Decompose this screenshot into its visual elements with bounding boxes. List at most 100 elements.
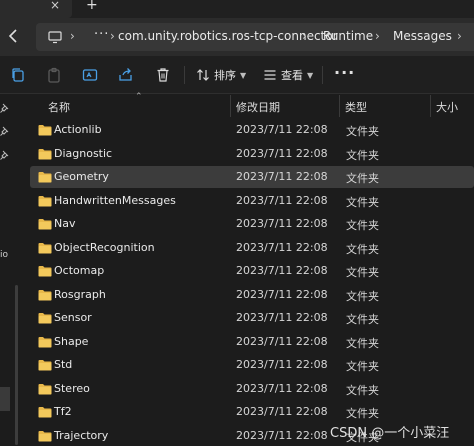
- close-icon[interactable]: ×: [50, 0, 60, 12]
- share-icon[interactable]: [117, 66, 135, 84]
- column-header-name[interactable]: 名称: [48, 99, 70, 115]
- folder-icon: [38, 430, 52, 441]
- copy-icon[interactable]: [9, 66, 27, 84]
- more-options-button[interactable]: ···: [334, 63, 355, 82]
- folder-icon: [38, 266, 52, 277]
- folder-icon: [38, 242, 52, 253]
- file-type: 文件夹: [346, 336, 379, 350]
- folder-icon: [38, 125, 52, 136]
- column-divider[interactable]: [430, 95, 431, 117]
- view-label: 查看: [281, 69, 303, 82]
- file-modified: 2023/7/11 22:08: [236, 193, 328, 207]
- nav-item-selected[interactable]: [0, 387, 10, 411]
- file-modified: 2023/7/11 22:08: [236, 287, 328, 301]
- column-divider[interactable]: [230, 95, 231, 117]
- file-type: 文件夹: [346, 172, 379, 185]
- file-type: 文件夹: [346, 219, 379, 232]
- file-type: 文件夹: [346, 313, 379, 326]
- folder-icon: [38, 383, 52, 394]
- file-name: Shape: [54, 334, 89, 348]
- nav-item-label[interactable]: io: [0, 250, 8, 260]
- folder-icon: [38, 219, 52, 230]
- add-tab-icon[interactable]: +: [86, 0, 98, 13]
- sort-label: 排序: [214, 69, 236, 82]
- file-modified: 2023/7/11 22:08: [236, 217, 328, 230]
- file-type: 文件夹: [346, 242, 379, 256]
- folder-icon: [38, 360, 52, 371]
- folder-icon: [38, 336, 52, 347]
- folder-icon: [38, 289, 52, 300]
- file-type: 文件夹: [346, 266, 379, 279]
- file-modified: 2023/7/11 22:08: [236, 428, 328, 442]
- file-name: Stereo: [54, 381, 90, 395]
- sort-icon: [197, 69, 209, 81]
- folder-icon: [38, 195, 52, 206]
- rename-icon[interactable]: [81, 66, 99, 84]
- breadcrumb-separator: ›: [70, 29, 75, 43]
- file-modified: 2023/7/11 22:08: [236, 358, 328, 371]
- chevron-down-icon: ▼: [240, 70, 247, 80]
- navigation-pane: io: [0, 95, 22, 446]
- table-row[interactable]: Rosgraph 2023/7/11 22:08 文件夹: [30, 284, 474, 306]
- folder-icon: [38, 148, 52, 159]
- file-type: 文件夹: [346, 289, 379, 303]
- table-row[interactable]: Std 2023/7/11 22:08 文件夹: [30, 354, 474, 376]
- toolbar-divider: [322, 66, 323, 84]
- breadcrumb-separator: ›: [375, 29, 380, 43]
- table-row[interactable]: Diagnostic 2023/7/11 22:08 文件夹: [30, 143, 474, 165]
- breadcrumb-more-button[interactable]: ···: [94, 27, 109, 42]
- column-header-size[interactable]: 大小: [436, 99, 458, 115]
- column-divider[interactable]: [339, 95, 340, 117]
- table-row[interactable]: Actionlib 2023/7/11 22:08 文件夹: [30, 119, 474, 141]
- view-button[interactable]: 查看 ▼: [263, 65, 313, 85]
- file-name: Rosgraph: [54, 287, 106, 301]
- back-arrow-icon[interactable]: [4, 27, 22, 45]
- file-modified: 2023/7/11 22:08: [236, 240, 328, 254]
- file-name: Diagnostic: [54, 146, 113, 160]
- file-modified: 2023/7/11 22:08: [236, 146, 328, 160]
- breadcrumb-item-messages[interactable]: Messages: [393, 29, 452, 43]
- breadcrumb-separator: ›: [457, 29, 462, 43]
- watermark: CSDN @一个小菜汪: [330, 426, 450, 441]
- file-name: Octomap: [54, 264, 105, 277]
- nav-scrollbar[interactable]: [15, 285, 18, 445]
- tab-strip: × +: [0, 0, 474, 18]
- table-row[interactable]: Shape 2023/7/11 22:08 文件夹: [30, 331, 474, 353]
- table-row[interactable]: Tf2 2023/7/11 22:08 文件夹: [30, 401, 474, 423]
- file-modified: 2023/7/11 22:08: [236, 311, 328, 324]
- column-header-modified[interactable]: 修改日期: [236, 99, 280, 115]
- file-modified: 2023/7/11 22:08: [236, 123, 328, 136]
- folder-icon: [38, 172, 52, 183]
- chevron-down-icon: ▼: [307, 70, 314, 80]
- breadcrumb-item-runtime[interactable]: Runtime: [323, 29, 373, 43]
- table-row[interactable]: Sensor 2023/7/11 22:08 文件夹: [30, 307, 474, 329]
- table-row[interactable]: Geometry 2023/7/11 22:08 文件夹: [30, 166, 474, 188]
- table-row[interactable]: HandwrittenMessages 2023/7/11 22:08 文件夹: [30, 190, 474, 212]
- file-modified: 2023/7/11 22:08: [236, 170, 328, 183]
- computer-icon[interactable]: [48, 30, 62, 44]
- file-type: 文件夹: [346, 360, 379, 373]
- delete-icon[interactable]: [154, 66, 172, 84]
- address-bar[interactable]: › ··· › com.unity.robotics.ros-tcp-conne…: [36, 23, 474, 51]
- file-type: 文件夹: [346, 407, 379, 420]
- file-list: Actionlib 2023/7/11 22:08 文件夹 Diagnostic 202…: [22, 118, 474, 446]
- folder-icon: [38, 313, 52, 324]
- pin-icon[interactable]: [0, 126, 10, 136]
- file-modified: 2023/7/11 22:08: [236, 334, 328, 348]
- column-header-row: ⌃ 名称 修改日期 类型 大小: [22, 92, 474, 117]
- table-row[interactable]: Nav 2023/7/11 22:08 文件夹: [30, 213, 474, 235]
- file-type: 文件夹: [346, 383, 379, 397]
- column-header-type[interactable]: 类型: [345, 99, 367, 115]
- table-row[interactable]: Octomap 2023/7/11 22:08 文件夹: [30, 260, 474, 282]
- table-row[interactable]: Stereo 2023/7/11 22:08 文件夹: [30, 378, 474, 400]
- pin-icon[interactable]: [0, 103, 10, 113]
- file-name: Sensor: [54, 311, 92, 324]
- file-name: Actionlib: [54, 123, 102, 136]
- pin-icon[interactable]: [0, 150, 10, 160]
- file-name: ObjectRecognition: [54, 240, 155, 254]
- file-type: 文件夹: [346, 125, 379, 138]
- file-name: HandwrittenMessages: [54, 193, 176, 207]
- table-row[interactable]: ObjectRecognition 2023/7/11 22:08 文件夹: [30, 237, 474, 259]
- tab[interactable]: ×: [0, 0, 72, 18]
- sort-button[interactable]: 排序 ▼: [196, 65, 246, 85]
